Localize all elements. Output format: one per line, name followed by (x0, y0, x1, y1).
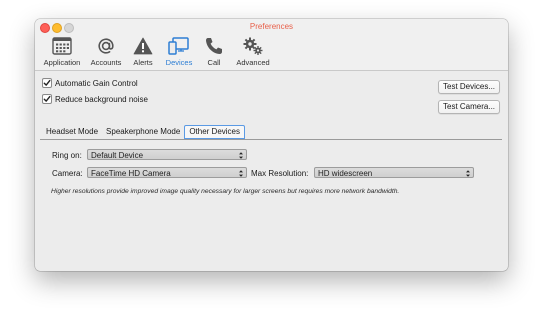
toolbar-item-alerts[interactable]: Alerts (128, 35, 158, 69)
toolbar-label-devices: Devices (165, 58, 193, 67)
select-arrows-icon (239, 152, 243, 159)
test-devices-button[interactable]: Test Devices... (438, 80, 501, 94)
max-resolution-value: HD widescreen (318, 169, 373, 178)
camera-value: FaceTime HD Camera (91, 169, 171, 178)
select-arrows-icon (239, 170, 243, 177)
toolbar-label-advanced: Advanced (236, 58, 270, 67)
titlebar: Preferences Application Accounts Alerts … (35, 19, 508, 71)
toolbar-item-application[interactable]: Application (40, 35, 84, 69)
noise-option[interactable]: Reduce background noise (42, 94, 148, 104)
preferences-window: Preferences Application Accounts Alerts … (35, 19, 508, 271)
noise-label: Reduce background noise (55, 94, 148, 104)
at-sign-icon (94, 35, 118, 57)
toolbar-label-alerts: Alerts (133, 58, 153, 67)
window-title: Preferences (249, 22, 294, 31)
noise-checkbox[interactable] (42, 94, 52, 104)
camera-label: Camera: (52, 169, 83, 178)
toolbar-item-advanced[interactable]: Advanced (233, 35, 273, 69)
toolbar-label-accounts: Accounts (90, 58, 122, 67)
tab-divider (40, 139, 502, 140)
test-camera-button[interactable]: Test Camera... (438, 100, 501, 114)
phone-icon (202, 35, 226, 57)
toolbar-label-call: Call (207, 58, 221, 67)
select-arrows-icon (466, 170, 470, 177)
ring-on-select[interactable]: Default Device (87, 149, 247, 160)
alert-icon (131, 35, 155, 57)
toolbar-item-devices[interactable]: Devices (162, 35, 196, 69)
agc-checkbox[interactable] (42, 78, 52, 88)
devices-icon (167, 35, 191, 57)
agc-option[interactable]: Automatic Gain Control (42, 78, 138, 88)
gears-icon (241, 35, 265, 57)
max-resolution-label: Max Resolution: (251, 169, 309, 178)
application-icon (50, 35, 74, 57)
tab-headset-mode[interactable]: Headset Mode (42, 125, 102, 139)
ring-on-label: Ring on: (52, 151, 82, 160)
toolbar-item-accounts[interactable]: Accounts (87, 35, 125, 69)
device-tabs: Headset Mode Speakerphone Mode Other Dev… (42, 125, 245, 139)
max-resolution-select[interactable]: HD widescreen (314, 167, 474, 178)
toolbar-label-application: Application (43, 58, 81, 67)
tab-speakerphone-mode[interactable]: Speakerphone Mode (102, 125, 184, 139)
toolbar-item-call[interactable]: Call (201, 35, 227, 69)
tab-other-devices[interactable]: Other Devices (184, 125, 245, 139)
resolution-note: Higher resolutions provide improved imag… (51, 188, 400, 195)
agc-label: Automatic Gain Control (55, 78, 138, 88)
ring-on-value: Default Device (91, 151, 144, 160)
camera-select[interactable]: FaceTime HD Camera (87, 167, 247, 178)
